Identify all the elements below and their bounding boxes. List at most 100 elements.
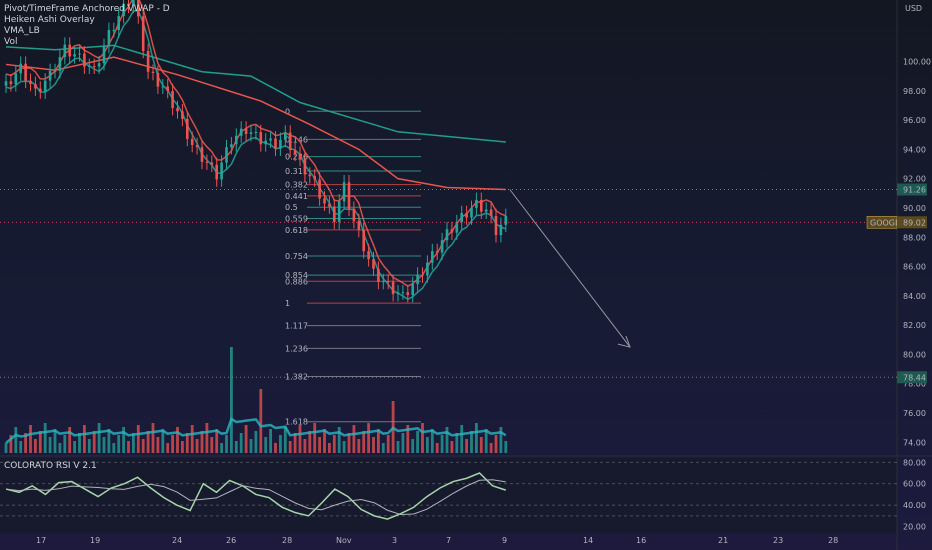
volume-bar bbox=[225, 435, 228, 453]
candle-body bbox=[171, 91, 174, 109]
volume-bar bbox=[288, 441, 292, 453]
candle-body bbox=[406, 292, 410, 296]
legend-vma[interactable]: VMA_LB bbox=[4, 26, 170, 37]
volume-bar bbox=[479, 437, 483, 453]
x-tick-label: 7 bbox=[446, 536, 451, 545]
volume-bar bbox=[435, 443, 439, 453]
volume-bar bbox=[274, 443, 277, 453]
y-tick-label: 94.00 bbox=[903, 145, 926, 154]
candle-body bbox=[342, 182, 346, 202]
candle-body bbox=[382, 281, 385, 283]
candle-body bbox=[14, 73, 18, 85]
candle-body bbox=[166, 86, 169, 92]
volume-bar bbox=[426, 437, 429, 453]
legend-vwap[interactable]: Pivot/TimeFrame Anchored VWAP - D bbox=[4, 4, 170, 15]
volume-bar bbox=[264, 437, 268, 453]
volume-bar bbox=[83, 425, 86, 453]
rsi-pane-title[interactable]: COLORATO RSI V 2.1 bbox=[4, 461, 97, 471]
candle-body bbox=[264, 140, 267, 145]
volume-bar bbox=[87, 439, 91, 453]
candle-body bbox=[504, 216, 508, 225]
candle-body bbox=[450, 229, 454, 233]
volume-bar bbox=[181, 441, 184, 453]
candle-body bbox=[308, 174, 312, 177]
ticker-badge-label: GOOGL bbox=[870, 218, 900, 227]
y-tick-label: 74.00 bbox=[903, 438, 926, 447]
candle-body bbox=[396, 292, 400, 295]
volume-bar bbox=[362, 431, 366, 453]
x-tick-label: 28 bbox=[828, 536, 838, 545]
candle-body bbox=[97, 63, 101, 67]
candle-body bbox=[352, 208, 356, 222]
x-tick-label: 26 bbox=[226, 536, 236, 545]
volume-bar bbox=[303, 439, 307, 453]
candle-body bbox=[210, 162, 214, 165]
volume-bar bbox=[259, 389, 263, 453]
volume-bar bbox=[234, 441, 238, 453]
volume-bar bbox=[249, 439, 253, 453]
candle-body bbox=[34, 83, 37, 89]
volume-bar bbox=[489, 443, 493, 453]
x-tick-label: 16 bbox=[636, 536, 646, 545]
volume-bar bbox=[372, 437, 375, 453]
x-tick-label: 17 bbox=[36, 536, 46, 545]
volume-bar bbox=[210, 437, 214, 453]
legend-volume[interactable]: Vol bbox=[4, 37, 170, 48]
volume-bar bbox=[494, 435, 498, 453]
candle-body bbox=[323, 198, 326, 204]
y-tick-label: 82.00 bbox=[903, 321, 926, 330]
x-tick-label: 9 bbox=[502, 536, 507, 545]
candle-body bbox=[421, 274, 424, 276]
fib-level-label: 1 bbox=[285, 299, 290, 308]
volume-bar bbox=[411, 439, 415, 453]
legend-heiken-ashi[interactable]: Heiken Ashi Overlay bbox=[4, 15, 170, 26]
candle-body bbox=[181, 111, 184, 119]
volume-bar bbox=[195, 439, 199, 453]
candle-body bbox=[313, 176, 316, 180]
fib-level-label: 0.441 bbox=[285, 192, 308, 201]
candle-body bbox=[53, 71, 57, 73]
currency-label: USD bbox=[905, 4, 922, 13]
candle-body bbox=[455, 222, 459, 233]
y-tick-label: 98.00 bbox=[903, 87, 926, 96]
candle-body bbox=[460, 213, 463, 223]
candle-body bbox=[220, 162, 223, 180]
x-tick-label: 28 bbox=[282, 536, 292, 545]
y-tick-label: 90.00 bbox=[903, 204, 926, 213]
volume-bar bbox=[244, 425, 248, 453]
y-tick-label: 86.00 bbox=[903, 263, 926, 272]
candle-body bbox=[440, 240, 444, 253]
candle-body bbox=[195, 144, 199, 148]
volume-bar bbox=[117, 435, 121, 453]
candle-body bbox=[377, 268, 380, 282]
volume-bar bbox=[97, 423, 101, 453]
candle-body bbox=[284, 132, 287, 140]
candle-body bbox=[200, 147, 204, 162]
fib-level-label: 0.754 bbox=[285, 252, 308, 261]
fib-level-label: 1.117 bbox=[285, 322, 308, 331]
indicator-legend: Pivot/TimeFrame Anchored VWAP - D Heiken… bbox=[4, 4, 170, 48]
volume-bar bbox=[205, 423, 209, 453]
volume-bar bbox=[357, 439, 361, 453]
volume-bar bbox=[112, 443, 116, 453]
volume-bar bbox=[367, 423, 370, 453]
candle-body bbox=[88, 65, 91, 67]
volume-bar bbox=[313, 423, 317, 453]
price-chart[interactable]: 00.1460.2360.3110.3820.4410.50.5590.6180… bbox=[0, 0, 932, 550]
volume-bar bbox=[141, 439, 145, 453]
fib-level-label: 1.236 bbox=[285, 344, 308, 353]
y-tick-label: 84.00 bbox=[903, 292, 926, 301]
candle-body bbox=[244, 128, 248, 135]
candle-body bbox=[176, 108, 179, 112]
candle-body bbox=[254, 132, 258, 134]
y-tick-label: 80.00 bbox=[903, 350, 926, 359]
volume-bar bbox=[171, 435, 174, 453]
volume-bar bbox=[504, 441, 508, 453]
candle-body bbox=[318, 179, 321, 199]
x-tick-label: 24 bbox=[172, 536, 182, 545]
candle-body bbox=[303, 158, 307, 175]
price-label-text: 78.44 bbox=[903, 373, 926, 382]
candle-body bbox=[161, 86, 165, 88]
candle-body bbox=[48, 71, 52, 81]
fib-level-label: 1.618 bbox=[285, 418, 308, 427]
